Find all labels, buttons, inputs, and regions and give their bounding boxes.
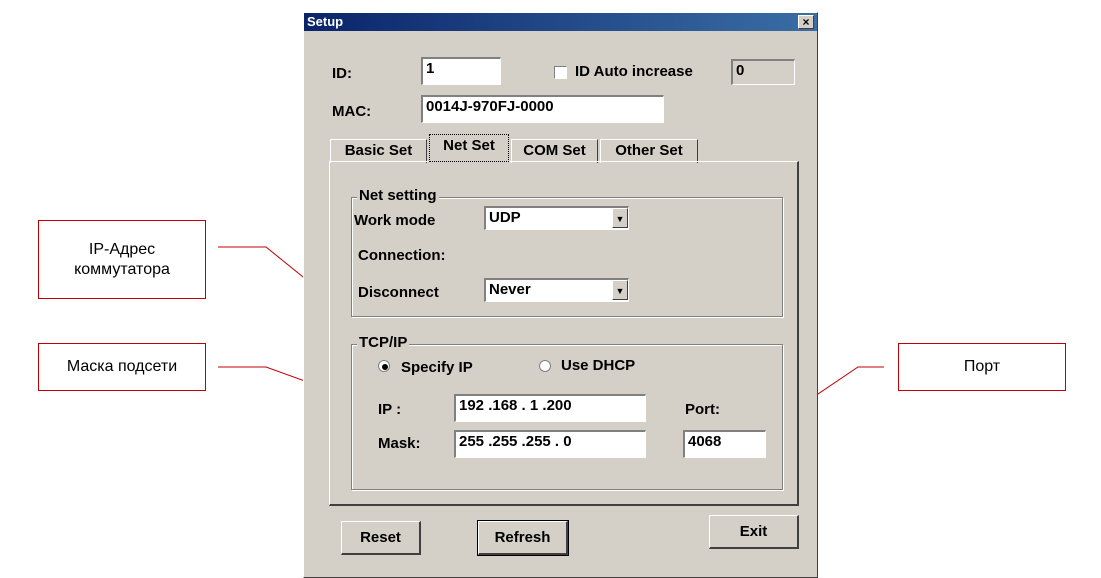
window-title: Setup [307,14,344,29]
close-button[interactable]: × [798,15,814,29]
annotation-ip-address: IP-Адрес коммутатора [38,220,206,299]
work-mode-label: Work mode [354,212,436,229]
id-auto-increase-checkbox[interactable] [554,66,567,79]
tcpip-title: TCP/IP [357,334,410,351]
ip-address-field[interactable]: 192 .168 . 1 .200 [454,394,646,422]
refresh-button[interactable]: Refresh [477,520,569,556]
port-field[interactable]: 4068 [683,430,766,458]
reset-button[interactable]: Reset [341,521,421,555]
use-dhcp-label: Use DHCP [561,357,636,374]
port-label: Port: [685,401,720,418]
chevron-down-icon[interactable]: ▼ [612,280,628,300]
tab-basic-set[interactable]: Basic Set [330,139,427,163]
annotation-mask: Маска подсети [38,343,206,391]
disconnect-value: Never [489,281,531,298]
work-mode-value: UDP [489,209,521,226]
mask-label: Mask: [378,435,421,452]
mac-field[interactable]: 0014J-970FJ-0000 [421,95,664,123]
work-mode-select[interactable]: UDP ▼ [484,206,629,230]
tab-other-set[interactable]: Other Set [600,139,698,163]
specify-ip-label: Specify IP [401,359,473,376]
connection-label: Connection: [358,247,446,264]
id-label: ID: [332,65,352,82]
use-dhcp-radio[interactable] [539,360,551,372]
exit-button[interactable]: Exit [709,515,799,549]
title-bar[interactable]: Setup × [304,13,817,31]
subnet-mask-field[interactable]: 255 .255 .255 . 0 [454,430,646,458]
setup-dialog: Setup × ID: 1 ID Auto increase 0 MAC: 00… [303,12,818,578]
radio-selected-dot [382,364,388,370]
tab-net-set[interactable]: Net Set [429,134,509,162]
annotation-port: Порт [898,343,1066,391]
tab-com-set[interactable]: COM Set [511,139,598,163]
disconnect-select[interactable]: Never ▼ [484,278,629,302]
close-icon: × [802,15,810,29]
id-field[interactable]: 1 [421,57,501,85]
chevron-down-icon[interactable]: ▼ [612,208,628,228]
mac-label: MAC: [332,103,372,120]
net-set-panel: Net setting Work mode UDP ▼ Connection: … [329,161,799,506]
ip-label: IP : [378,401,402,418]
net-setting-title: Net setting [357,187,439,204]
id-auto-increase-label: ID Auto increase [575,63,693,80]
id-auto-increase-field: 0 [731,59,795,85]
disconnect-label: Disconnect [358,284,439,301]
specify-ip-radio[interactable] [378,360,390,372]
